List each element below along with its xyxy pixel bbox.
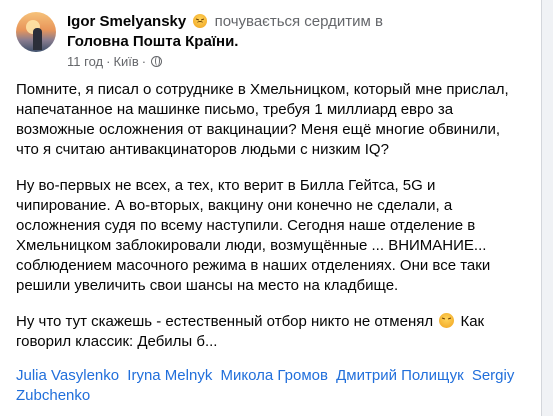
feeling-text: почувається сердитим в — [214, 13, 383, 30]
timestamp-line: 11 год · Київ · — [67, 54, 537, 69]
post-time[interactable]: 11 год — [67, 54, 103, 69]
paragraph-3-part1: Ну что тут скажешь - естественный отбор … — [16, 313, 434, 330]
scrollbar[interactable] — [542, 0, 553, 416]
disappointed-face-icon — [439, 313, 455, 328]
separator-dot: · — [106, 54, 111, 69]
angry-face-icon — [193, 14, 208, 28]
post-location: Київ — [113, 54, 139, 69]
post-card: Igor Smelyansky почувається сердитим в Г… — [0, 0, 542, 416]
post-paragraph-1: Помните, я писал о сотруднике в Хмельниц… — [16, 81, 509, 158]
tag-link[interactable]: Julia Vasylenko — [16, 367, 119, 384]
globe-icon — [151, 56, 163, 67]
tag-link[interactable]: Микола Громов — [221, 367, 328, 384]
post-paragraph-3: Ну что тут скажешь - естественный отбор … — [16, 312, 526, 352]
separator-dot-2: · — [141, 54, 147, 69]
tag-link[interactable]: Дмитрий Полищук — [336, 367, 464, 384]
post-paragraph-2: Ну во-первых не всех, а тех, кто верит в… — [16, 177, 491, 294]
tagged-people: Julia Vasylenko Iryna Melnyk Микола Гром… — [16, 366, 526, 406]
post-meta: Igor Smelyansky почувається сердитим в Г… — [67, 12, 537, 69]
author-name[interactable]: Igor Smelyansky — [67, 13, 186, 30]
author-line: Igor Smelyansky почувається сердитим в — [67, 12, 537, 31]
post-body: Помните, я писал о сотруднике в Хмельниц… — [16, 80, 526, 406]
place-line: Головна Пошта Країни. — [67, 32, 537, 51]
place-suffix: . — [234, 33, 239, 50]
place-link[interactable]: Головна Пошта Країни — [67, 33, 234, 50]
avatar-figure — [33, 28, 42, 50]
tag-link[interactable]: Iryna Melnyk — [127, 367, 212, 384]
author-avatar[interactable] — [16, 12, 56, 52]
